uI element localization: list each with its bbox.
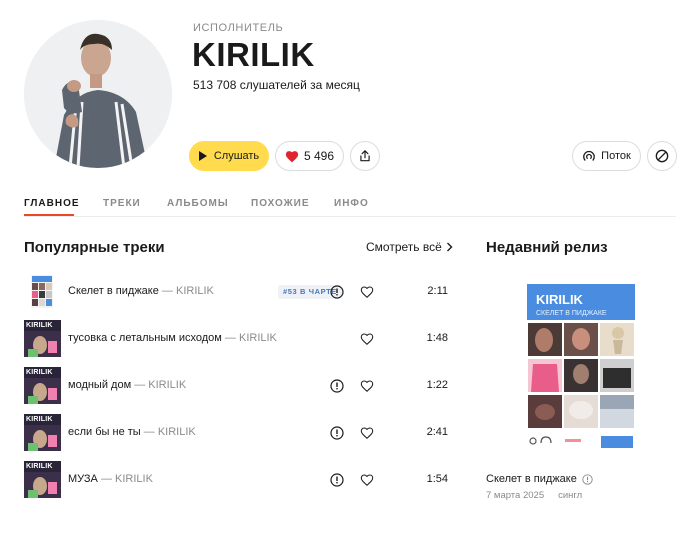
tab-tracks[interactable]: ТРЕКИ xyxy=(103,198,141,209)
heart-outline-icon[interactable] xyxy=(360,426,374,440)
cover-release-subtitle: СКЕЛЕТ В ПИДЖАКЕ xyxy=(536,310,607,317)
track-separator: — xyxy=(161,285,176,297)
explicit-icon xyxy=(330,473,344,487)
release-name: Скелет в пиджаке xyxy=(486,473,577,485)
track-separator: — xyxy=(100,473,116,485)
release-meta: 7 марта 2025 сингл xyxy=(486,490,582,501)
tab-similar[interactable]: ПОХОЖИЕ xyxy=(251,198,310,209)
track-separator: — xyxy=(134,379,149,391)
tab-info[interactable]: ИНФО xyxy=(334,198,369,209)
track-title-line[interactable]: если бы не ты — KIRILIK xyxy=(68,426,196,438)
like-artist-button[interactable]: 5 496 xyxy=(275,141,344,171)
heart-outline-icon[interactable] xyxy=(360,332,374,346)
track-cover: KIRILIK xyxy=(24,367,61,404)
release-name-line[interactable]: Скелет в пиджаке xyxy=(486,473,593,485)
track-duration: 1:22 xyxy=(426,379,448,391)
track-artist[interactable]: KIRILIK xyxy=(176,285,214,297)
active-tab-indicator xyxy=(24,214,74,216)
track-duration: 1:54 xyxy=(426,473,448,485)
track-title: модный дом xyxy=(68,379,132,391)
track-artist[interactable]: KIRILIK xyxy=(239,332,277,344)
track-separator: — xyxy=(143,426,158,438)
popular-tracks-title: Популярные треки xyxy=(24,239,165,256)
release-date: 7 марта 2025 xyxy=(486,490,545,501)
cover-artist-text: KIRILIK xyxy=(26,322,53,329)
track-title-line[interactable]: МУЗА — KIRILIK xyxy=(68,473,153,485)
cover-artist-text: KIRILIK xyxy=(26,463,53,470)
wave-button[interactable]: Поток xyxy=(572,141,641,171)
share-button[interactable] xyxy=(350,141,380,171)
heart-outline-icon[interactable] xyxy=(360,285,374,299)
release-cover[interactable]: KIRILIK СКЕЛЕТ В ПИДЖАКЕ xyxy=(527,284,635,450)
release-type: сингл xyxy=(558,490,583,501)
track-artist[interactable]: KIRILIK xyxy=(158,426,196,438)
chevron-right-icon xyxy=(446,242,453,252)
artist-tabs: ГЛАВНОЕ ТРЕКИ АЛЬБОМЫ ПОХОЖИЕ ИНФО xyxy=(24,198,676,217)
track-row[interactable]: KIRILIK модный дом — KIRILIK 1:22 xyxy=(24,367,448,404)
track-row[interactable]: Скелет в пиджаке — KIRILIK #53 В ЧАРТЕ 2… xyxy=(24,273,448,310)
explicit-icon xyxy=(330,379,344,393)
explicit-icon xyxy=(582,473,593,485)
heart-filled-icon xyxy=(285,150,299,162)
track-title-line[interactable]: Скелет в пиджаке — KIRILIK xyxy=(68,285,214,297)
explicit-icon xyxy=(330,426,344,440)
play-button-label: Слушать xyxy=(213,150,260,162)
track-artist[interactable]: KIRILIK xyxy=(148,379,186,391)
heart-outline-icon[interactable] xyxy=(360,379,374,393)
likes-count: 5 496 xyxy=(303,149,335,163)
track-duration: 2:11 xyxy=(427,285,448,297)
track-duration: 2:41 xyxy=(426,426,448,438)
track-title: тусовка с летальным исходом xyxy=(68,332,222,344)
track-title: если бы не ты xyxy=(68,426,141,438)
play-icon xyxy=(198,151,207,161)
track-row[interactable]: KIRILIK если бы не ты — KIRILIK 2:41 xyxy=(24,414,448,451)
tab-main[interactable]: ГЛАВНОЕ xyxy=(24,198,80,209)
block-artist-button[interactable] xyxy=(647,141,677,171)
cover-artist-name: KIRILIK xyxy=(536,292,584,307)
share-icon xyxy=(360,150,370,162)
explicit-icon xyxy=(330,285,344,299)
heart-outline-icon[interactable] xyxy=(360,473,374,487)
wave-icon xyxy=(583,150,596,161)
wave-button-label: Поток xyxy=(601,150,631,162)
track-title-line[interactable]: тусовка с летальным исходом — KIRILIK xyxy=(68,332,277,344)
track-duration: 1:48 xyxy=(426,332,448,344)
track-title: Скелет в пиджаке xyxy=(68,285,159,297)
track-cover: KIRILIK xyxy=(24,461,61,498)
tab-albums[interactable]: АЛЬБОМЫ xyxy=(167,198,229,209)
track-cover xyxy=(24,273,61,310)
artist-kind-label: ИСПОЛНИТЕЛЬ xyxy=(193,22,284,34)
cover-artist-text: KIRILIK xyxy=(26,369,53,376)
recent-release-title: Недавний релиз xyxy=(486,239,608,256)
monthly-listeners: 513 708 слушателей за месяц xyxy=(193,78,360,92)
track-artist[interactable]: KIRILIK xyxy=(115,473,153,485)
see-all-link[interactable]: Смотреть всё xyxy=(366,240,453,254)
track-title-line[interactable]: модный дом — KIRILIK xyxy=(68,379,186,391)
see-all-label: Смотреть всё xyxy=(366,240,442,254)
track-row[interactable]: KIRILIK МУЗА — KIRILIK 1:54 xyxy=(24,461,448,498)
track-separator: — xyxy=(224,332,239,344)
track-title: МУЗА xyxy=(68,473,98,485)
artist-avatar xyxy=(24,20,172,168)
play-button[interactable]: Слушать xyxy=(189,141,269,171)
track-cover: KIRILIK xyxy=(24,320,61,357)
block-icon xyxy=(655,149,669,163)
artist-name: KIRILIK xyxy=(192,36,315,73)
track-cover: KIRILIK xyxy=(24,414,61,451)
cover-artist-text: KIRILIK xyxy=(26,416,53,423)
track-row[interactable]: KIRILIK тусовка с летальным исходом — KI… xyxy=(24,320,448,357)
